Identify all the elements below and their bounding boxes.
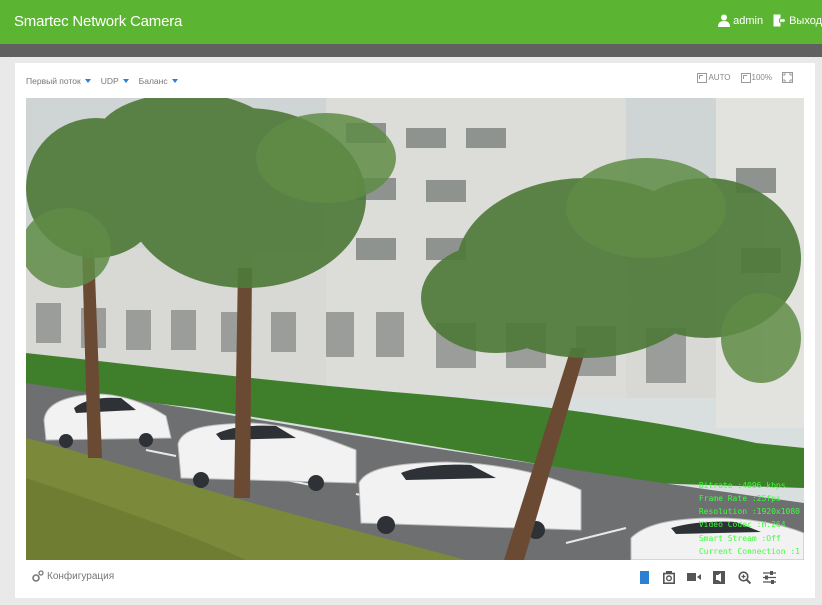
protocol-select[interactable]: UDP — [101, 76, 129, 86]
mode-select-label: Баланс — [138, 76, 168, 86]
user-icon — [718, 14, 731, 27]
sliders-icon — [762, 570, 776, 584]
camera-live-image — [26, 98, 804, 560]
osd-bitrate: Bitrate :4096 kbps — [698, 480, 786, 490]
stream-select[interactable]: Первый поток — [26, 76, 91, 86]
camera-icon — [663, 570, 675, 584]
auto-size-icon — [697, 72, 708, 83]
view-100-button[interactable]: 100% — [740, 72, 772, 83]
sub-header-bar — [0, 44, 822, 57]
chevron-down-icon — [171, 79, 178, 83]
fullscreen-icon — [782, 72, 793, 83]
logout-link[interactable]: Выход — [789, 15, 822, 27]
osd-resolution: Resolution :1920x1080 — [698, 507, 800, 517]
view-size-controls: AUTO 100% — [687, 72, 793, 83]
video-camera-icon — [687, 573, 701, 581]
record-button[interactable] — [686, 569, 702, 585]
image-settings-button[interactable] — [761, 569, 777, 585]
mode-select[interactable]: Баланс — [139, 76, 178, 86]
live-view-panel: Первый поток UDP Баланс AUTO 100% Bitrat… — [15, 63, 815, 598]
player-bottom-bar: Конфигурация — [15, 563, 815, 595]
chevron-down-icon — [122, 79, 129, 83]
stream-info-overlay: Bitrate :4096 kbps Frame Rate :25fps Res… — [699, 479, 800, 558]
gear-icon — [32, 570, 44, 582]
zoom-in-icon — [737, 570, 751, 584]
digital-zoom-button[interactable] — [736, 569, 752, 585]
protocol-select-label: UDP — [100, 76, 119, 86]
configuration-label: Конфигурация — [47, 570, 115, 582]
actual-size-icon — [740, 72, 751, 83]
stop-icon — [639, 570, 649, 584]
stream-toolbar: Первый поток UDP Баланс — [26, 73, 188, 89]
snapshot-button[interactable] — [661, 569, 677, 585]
osd-frame-rate: Frame Rate :25fps — [698, 493, 781, 503]
player-actions — [627, 569, 777, 585]
video-player[interactable]: Bitrate :4096 kbps Frame Rate :25fps Res… — [26, 98, 804, 560]
header-actions: admin Выход — [718, 14, 822, 27]
logout-icon[interactable] — [773, 14, 787, 27]
app-title: Smartec Network Camera — [14, 13, 183, 30]
osd-connections: Current Connection :1 — [698, 546, 800, 556]
view-100-label: 100% — [751, 73, 772, 82]
stop-live-button[interactable] — [636, 569, 652, 585]
chevron-down-icon — [84, 79, 91, 83]
header-bar: Smartec Network Camera admin Выход — [0, 0, 822, 44]
osd-smart-stream: Smart Stream :Off — [698, 533, 781, 543]
configuration-link[interactable]: Конфигурация — [32, 570, 114, 582]
osd-video-codec: Video Codec :H.264 — [698, 520, 786, 530]
fullscreen-button[interactable] — [782, 72, 793, 83]
audio-button[interactable] — [711, 569, 727, 585]
view-auto-button[interactable]: AUTO — [697, 72, 731, 83]
stream-select-label: Первый поток — [26, 76, 81, 86]
username[interactable]: admin — [733, 15, 763, 27]
view-auto-label: AUTO — [708, 73, 731, 82]
speaker-icon — [713, 570, 725, 584]
